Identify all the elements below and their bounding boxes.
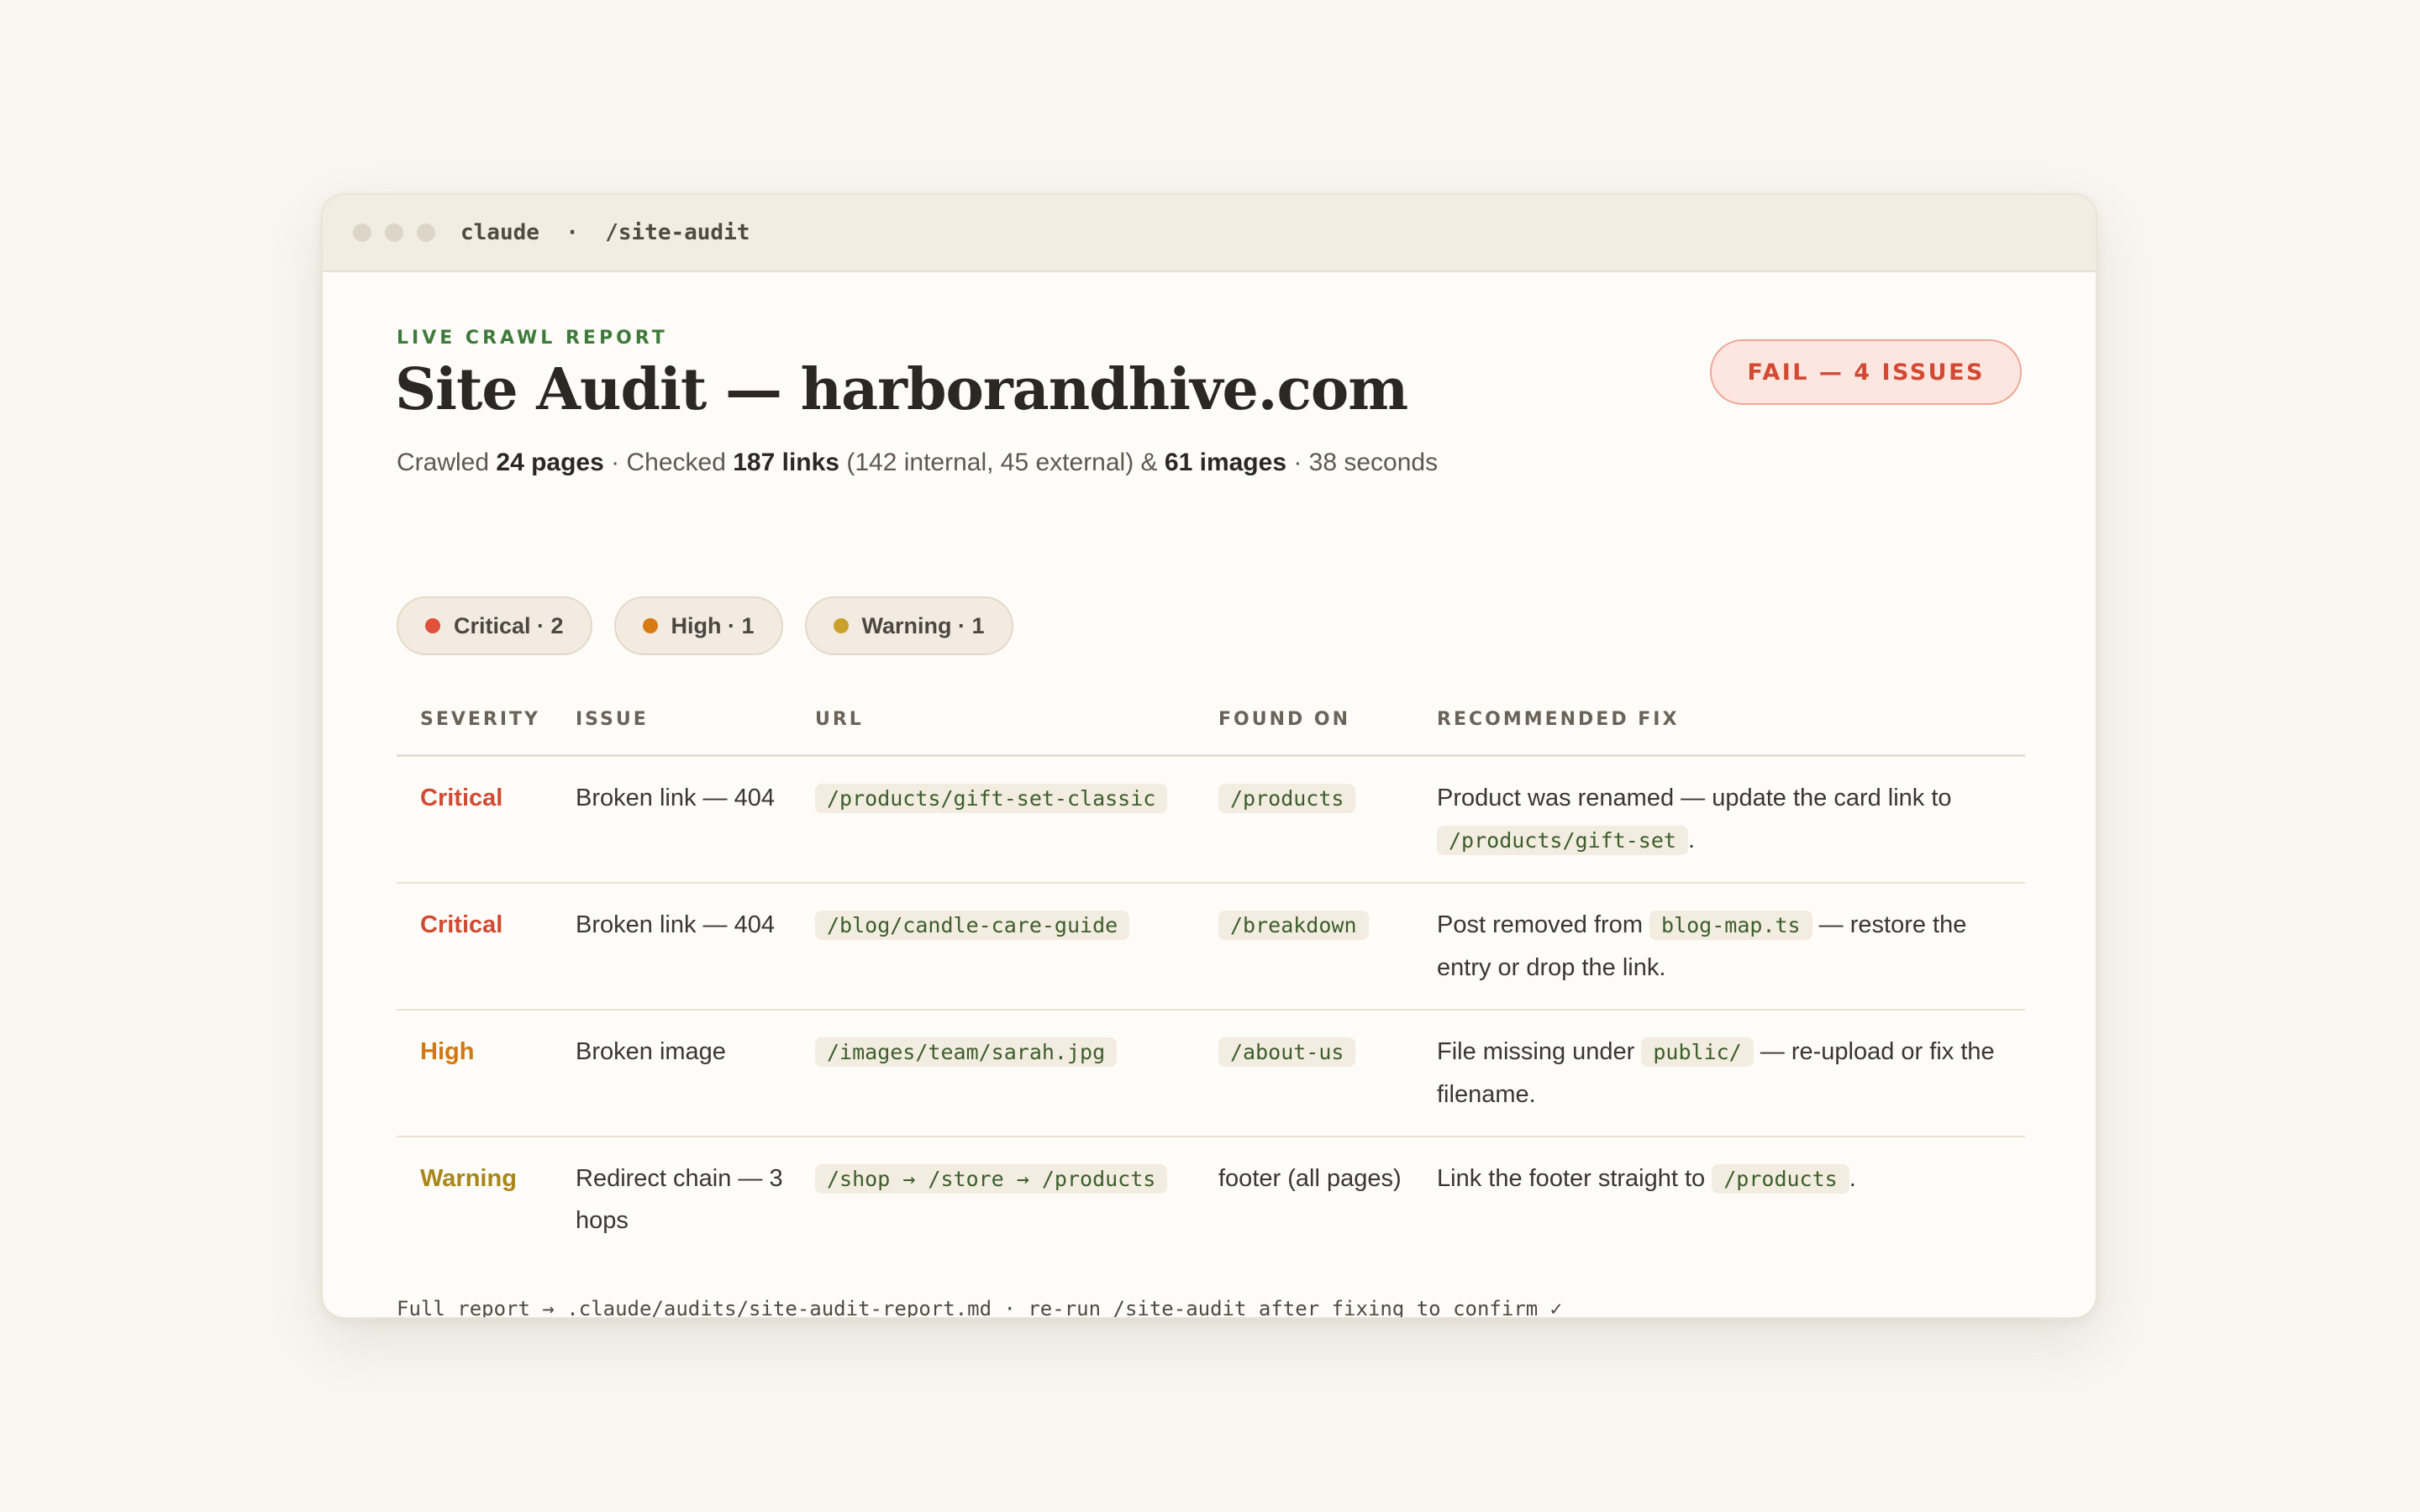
crawl-duration: · 38 seconds (1293, 449, 1439, 476)
fix-text-after: . (1849, 1165, 1856, 1192)
issue-text: Broken link — 404 (552, 883, 792, 1011)
links-count: 187 links (733, 449, 839, 476)
fix-text: Product was renamed — update the card li… (1437, 785, 1952, 811)
recommended-fix: Link the footer straight to /products. (1413, 1137, 2025, 1262)
severity-pill-critical[interactable]: Critical · 2 (397, 596, 592, 655)
critical-dot-icon (425, 618, 440, 633)
table-row: Critical Broken link — 404 /blog/candle-… (397, 883, 2025, 1011)
fix-text-after: . (1687, 827, 1695, 853)
fix-text: Post removed from (1437, 911, 1650, 938)
issue-text: Redirect chain — 3 hops (576, 1165, 783, 1234)
column-header-issue: ISSUE (552, 684, 792, 757)
title-separator: · (566, 220, 579, 245)
issue-url[interactable]: /images/team/sarah.jpg (815, 1037, 1118, 1067)
column-header-url: URL (792, 684, 1195, 757)
severity-pill-label: Critical · 2 (454, 612, 564, 638)
window-titlebar: claude · /site-audit (323, 195, 2096, 272)
severity-label: High (420, 1038, 475, 1065)
issue-url[interactable]: /products/gift-set-classic (815, 784, 1168, 813)
issue-text: Broken image (552, 1010, 792, 1137)
crawl-summary: Crawled 24 pages · Checked 187 links (14… (397, 449, 1438, 477)
found-on-text: footer (all pages) (1218, 1165, 1402, 1192)
table-row: High Broken image /images/team/sarah.jpg… (397, 1010, 2025, 1137)
issue-url[interactable]: /shop → /store → /products (815, 1164, 1168, 1194)
app-name: claude (460, 220, 539, 245)
close-window-dot[interactable] (353, 223, 371, 242)
column-header-severity: SEVERITY (397, 684, 552, 757)
fix-code: /products (1712, 1164, 1849, 1194)
severity-label: Warning (420, 1165, 517, 1192)
found-on-path[interactable]: /breakdown (1218, 911, 1369, 940)
fix-code: blog-map.ts (1649, 911, 1812, 940)
checked-label: · Checked (611, 449, 726, 476)
severity-pill-label: Warning · 1 (861, 612, 985, 638)
minimize-window-dot[interactable] (385, 223, 403, 242)
severity-label: Critical (420, 785, 503, 811)
column-header-found-on: FOUND ON (1195, 684, 1413, 757)
links-detail: (142 internal, 45 external) & (846, 449, 1158, 476)
severity-label: Critical (420, 911, 503, 938)
recommended-fix: File missing under public/ — re-upload o… (1413, 1010, 2025, 1137)
recommended-fix: Post removed from blog-map.ts — restore … (1413, 883, 2025, 1011)
fix-code: public/ (1641, 1037, 1754, 1067)
images-count: 61 images (1164, 449, 1286, 476)
fix-text: Link the footer straight to (1437, 1165, 1712, 1192)
fix-code: /products/gift-set (1437, 826, 1688, 855)
issue-text: Broken link — 404 (552, 755, 792, 884)
table-row: Critical Broken link — 404 /products/gif… (397, 755, 2025, 884)
severity-pill-warning[interactable]: Warning · 1 (804, 596, 1013, 655)
maximize-window-dot[interactable] (417, 223, 435, 242)
issue-url[interactable]: /blog/candle-care-guide (815, 911, 1130, 940)
page-title: Site Audit — harborandhive.com (395, 356, 1408, 423)
table-row: Warning Redirect chain — 3 hops /shop → … (397, 1137, 2025, 1262)
window-title: claude · /site-audit (460, 220, 750, 245)
high-dot-icon (642, 618, 658, 633)
found-on-path[interactable]: /products (1218, 784, 1356, 813)
severity-pill-label: High · 1 (671, 612, 755, 638)
warning-dot-icon (833, 618, 849, 633)
severity-filter-pills: Critical · 2 High · 1 Warning · 1 (397, 596, 1035, 655)
crawled-label: Crawled (397, 449, 490, 476)
severity-pill-high[interactable]: High · 1 (613, 596, 783, 655)
found-on-path[interactable]: /about-us (1218, 1037, 1356, 1067)
pages-count: 24 pages (496, 449, 604, 476)
command-name: /site-audit (605, 220, 750, 245)
table-header-row: SEVERITY ISSUE URL FOUND ON RECOMMENDED … (397, 684, 2025, 757)
recommended-fix: Product was renamed — update the card li… (1413, 755, 2025, 884)
issues-table: SEVERITY ISSUE URL FOUND ON RECOMMENDED … (397, 684, 2025, 1262)
report-eyebrow: LIVE CRAWL REPORT (397, 328, 668, 349)
report-footer: Full report → .claude/audits/site-audit-… (397, 1297, 1563, 1319)
terminal-window: claude · /site-audit LIVE CRAWL REPORT S… (321, 193, 2097, 1319)
column-header-fix: RECOMMENDED FIX (1413, 684, 2025, 757)
status-badge: FAIL — 4 ISSUES (1710, 339, 2022, 405)
fix-text: File missing under (1437, 1038, 1642, 1065)
